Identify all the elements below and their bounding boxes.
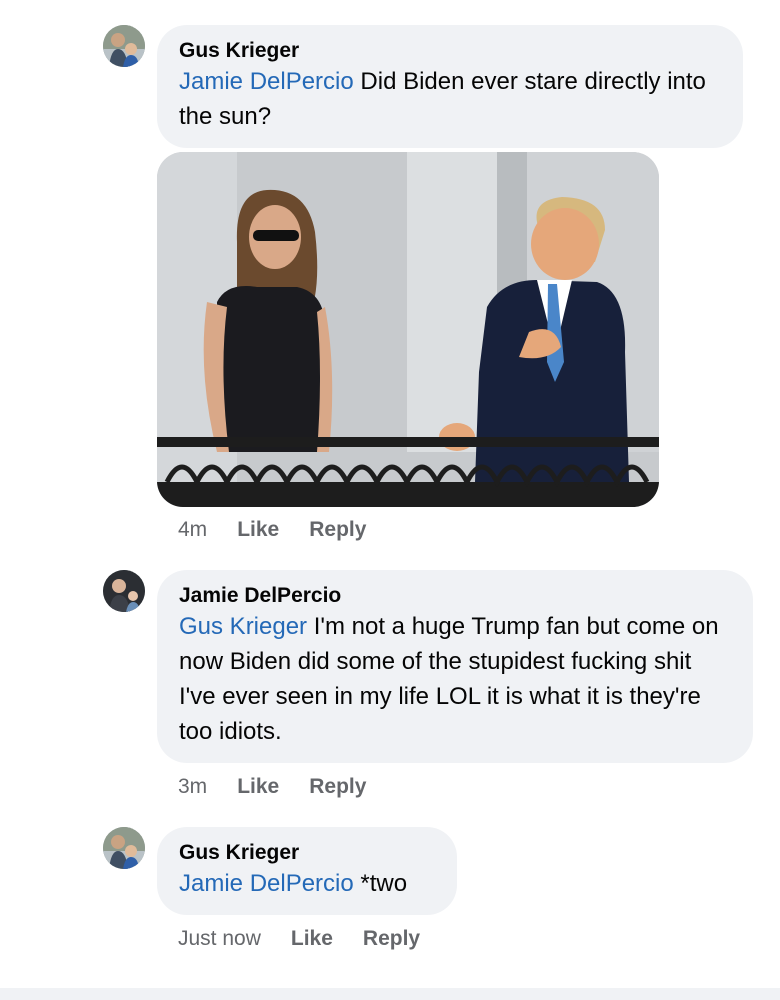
reply-button[interactable]: Reply <box>363 926 420 952</box>
mention-link[interactable]: Jamie DelPercio <box>179 68 354 95</box>
comment-author[interactable]: Jamie DelPercio <box>179 583 731 609</box>
comment-timestamp[interactable]: 4m <box>178 517 207 543</box>
comment-actions: Just now Like Reply <box>178 926 450 952</box>
mention-link[interactable]: Gus Krieger <box>179 613 307 640</box>
reply-button[interactable]: Reply <box>309 517 366 543</box>
footer-divider <box>0 988 780 1000</box>
like-button[interactable]: Like <box>237 774 279 800</box>
comment-author[interactable]: Gus Krieger <box>179 840 435 866</box>
comment-photo[interactable] <box>157 152 659 507</box>
comment-text: Jamie DelPercio Did Biden ever stare dir… <box>179 64 721 134</box>
like-button[interactable]: Like <box>237 517 279 543</box>
avatar-jamie-delpercio[interactable] <box>103 570 145 612</box>
comment-actions: 3m Like Reply <box>178 774 396 800</box>
comment-bubble: Gus Krieger Jamie DelPercio *two <box>157 827 457 915</box>
comment-bubble: Gus Krieger Jamie DelPercio Did Biden ev… <box>157 25 743 148</box>
comment-body: *two <box>353 870 408 897</box>
comment-timestamp[interactable]: Just now <box>178 926 261 952</box>
comment-timestamp[interactable]: 3m <box>178 774 207 800</box>
comment-actions: 4m Like Reply <box>178 517 396 543</box>
comment-text: Gus Krieger I'm not a huge Trump fan but… <box>179 609 731 749</box>
avatar-gus-krieger[interactable] <box>103 25 145 67</box>
mention-link[interactable]: Jamie DelPercio <box>179 870 354 897</box>
like-button[interactable]: Like <box>291 926 333 952</box>
avatar-gus-krieger[interactable] <box>103 827 145 869</box>
comment-text: Jamie DelPercio *two <box>179 866 435 901</box>
comment-bubble: Jamie DelPercio Gus Krieger I'm not a hu… <box>157 570 753 763</box>
comment-author[interactable]: Gus Krieger <box>179 38 721 64</box>
reply-button[interactable]: Reply <box>309 774 366 800</box>
